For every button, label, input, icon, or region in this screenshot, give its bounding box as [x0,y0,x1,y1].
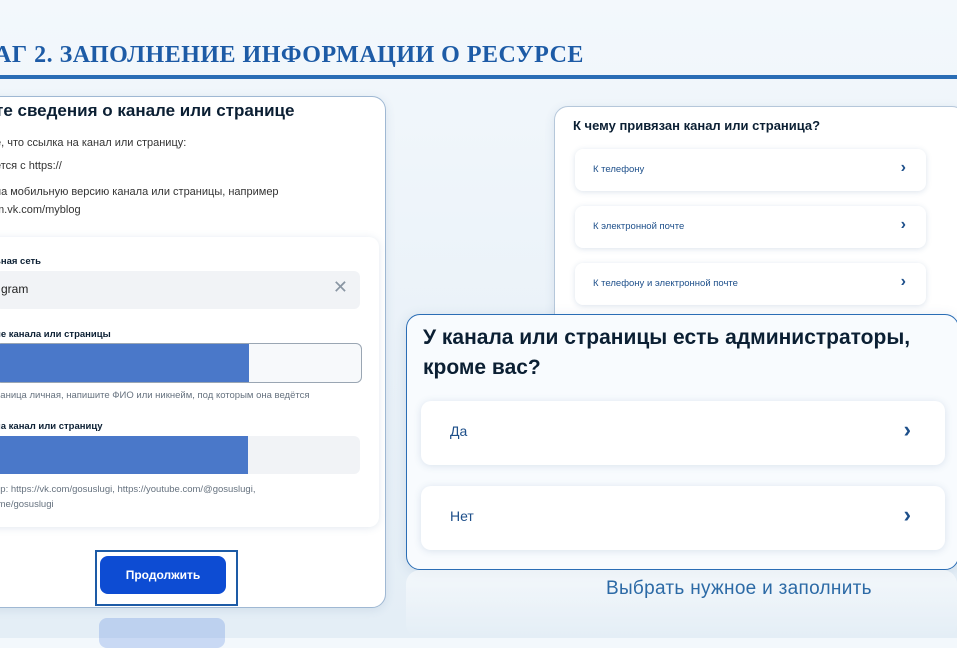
continue-button[interactable]: Продолжить [100,556,226,594]
name-hint: раница личная, напишите ФИО или никнейм,… [0,390,310,401]
link-hint-1: ер: https://vk.com/gosuslugi, https://yo… [0,484,256,495]
chevron-right-icon: › [903,502,911,527]
close-icon[interactable]: ✕ [333,277,348,298]
admins-card: У канала или страницы есть администратор… [406,314,957,570]
admins-question: У канала или страницы есть администратор… [423,326,911,379]
redacted-value [0,344,249,382]
slide-caption: Выбрать нужное и заполнить [606,578,872,599]
redacted-value [0,436,248,474]
form-heading: те сведения о канале или странице [0,101,295,120]
network-value: gram [1,282,29,296]
link-hint-2: .me/gosuslugi [0,499,54,510]
option-no[interactable]: Нет › [421,486,945,550]
name-label: ие канала или страницы [0,329,111,340]
network-label: ьная сеть [0,256,41,267]
resource-form-card: те сведения о канале или странице е, что… [0,96,386,608]
form-rule-2a: на мобильную версию канала или страницы,… [0,186,279,198]
option-email[interactable]: К электронной почте › [575,206,926,248]
network-select[interactable]: gram ✕ [0,271,360,309]
binding-question: К чему привязан канал или страница? [573,118,821,133]
chevron-right-icon: › [900,159,906,176]
option-label: К телефону [593,164,645,175]
option-label: Да [450,423,468,439]
option-phone-and-email[interactable]: К телефону и электронной почте › [575,263,926,305]
form-rule-2b: m.vk.com/myblog [0,204,81,216]
link-label: на канал или страницу [0,421,103,432]
option-phone[interactable]: К телефону › [575,149,926,191]
option-label: Нет [450,508,474,524]
option-label: К телефону и электронной почте [593,278,738,289]
slide-header: АГ 2. ЗАПОЛНЕНИЕ ИНФОРМАЦИИ О РЕСУРСЕ [0,40,957,79]
button-reflection [99,618,225,648]
option-yes[interactable]: Да › [421,401,945,465]
form-rule-1: ется с https:// [0,160,62,172]
chevron-right-icon: › [903,417,911,442]
slide-title: АГ 2. ЗАПОЛНЕНИЕ ИНФОРМАЦИИ О РЕСУРСЕ [0,42,584,68]
chevron-right-icon: › [900,273,906,290]
link-input[interactable] [0,436,360,474]
chevron-right-icon: › [900,216,906,233]
form-fields-panel: ьная сеть gram ✕ ие канала или страницы … [0,237,379,527]
binding-card: К чему привязан канал или страница? К те… [554,106,957,333]
form-intro: е, что ссылка на канал или страницу: [0,137,187,149]
name-input[interactable] [0,343,362,383]
header-rule [0,75,957,79]
option-label: К электронной почте [593,221,685,232]
